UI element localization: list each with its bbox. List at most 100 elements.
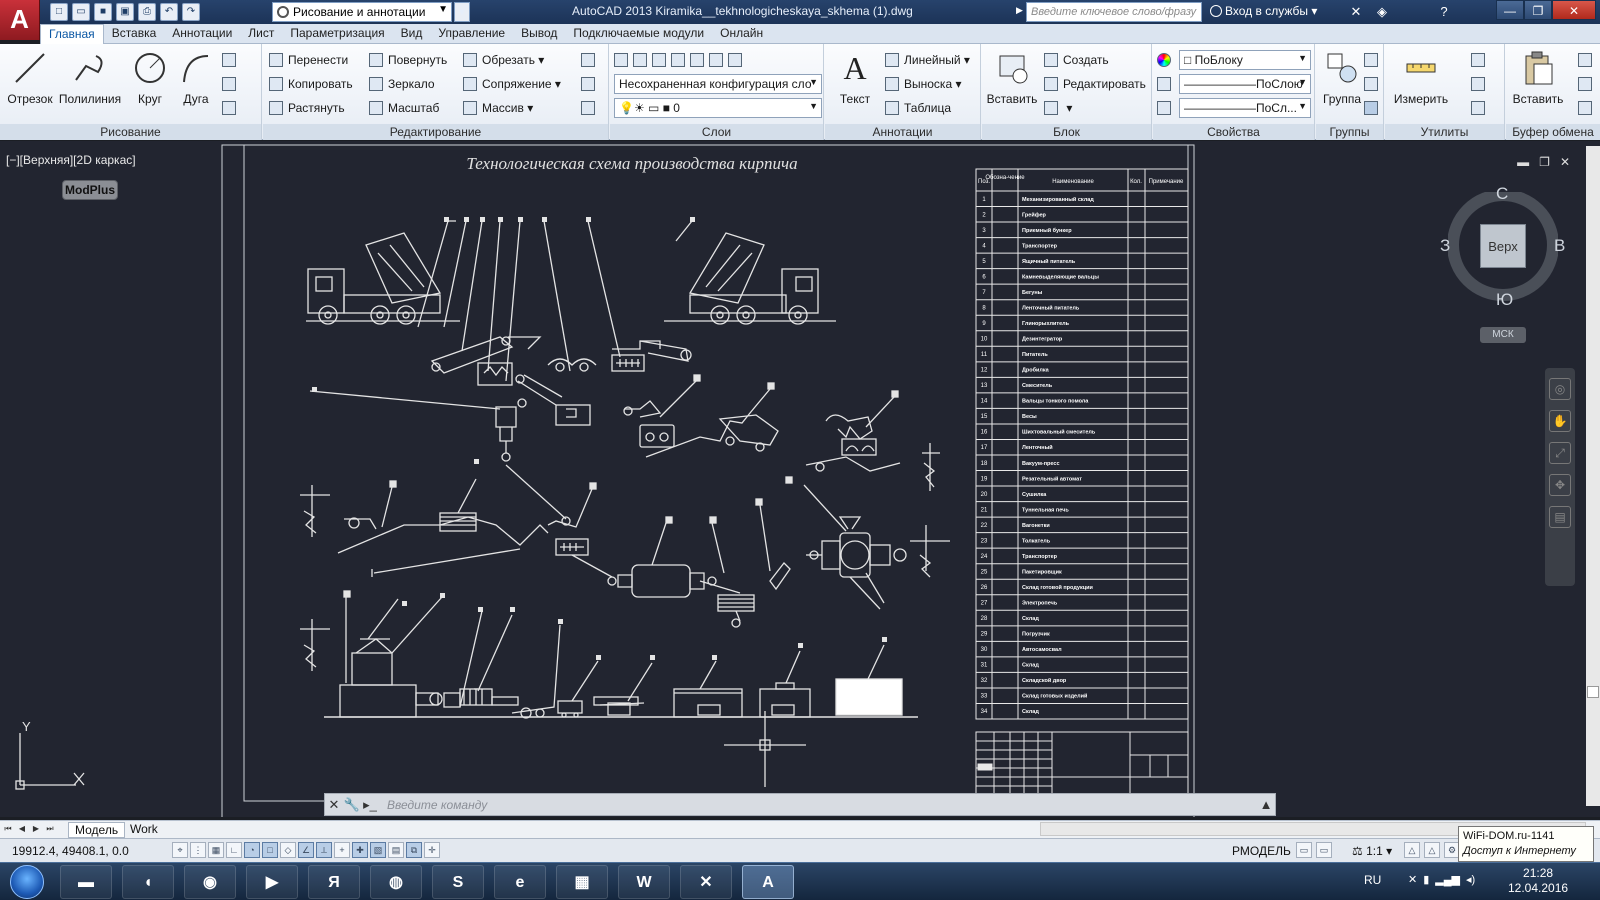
viewcube-face-top[interactable]: Верх xyxy=(1480,224,1526,268)
ducs-icon[interactable]: ⟂ xyxy=(316,842,332,858)
workspace-dropdown[interactable]: Рисование и аннотации ▼ xyxy=(272,2,452,22)
quick-select-tool[interactable] xyxy=(1471,50,1490,70)
panel-title-block[interactable]: Блок xyxy=(982,124,1151,140)
viewport-restore-icon[interactable]: ❐ xyxy=(1539,155,1550,169)
media-icon[interactable]: ▶ xyxy=(246,865,298,899)
layer-dropdown[interactable]: 💡☀ ▭ ■ 0 ▼ xyxy=(614,98,822,118)
network-warning-icon[interactable]: ✕ xyxy=(1408,873,1417,886)
panel-title-groups[interactable]: Группы xyxy=(1316,124,1383,140)
next-layout-icon[interactable]: ▶ xyxy=(30,823,42,835)
viewport-close-icon[interactable]: ✕ xyxy=(1560,155,1570,169)
lwt-icon[interactable]: ✚ xyxy=(352,842,368,858)
match-properties-tool[interactable] xyxy=(1157,50,1176,70)
search-input[interactable]: Введите ключевое слово/фразу xyxy=(1026,2,1202,22)
tab-output[interactable]: Вывод xyxy=(513,24,565,44)
language-indicator[interactable]: RU xyxy=(1364,873,1381,887)
panel-title-clipboard[interactable]: Буфер обмена xyxy=(1506,124,1600,140)
customize-qat-button[interactable]: ▼ xyxy=(454,2,470,22)
device-icon[interactable]: ▮ xyxy=(1423,873,1429,886)
plot-icon[interactable]: ⎙ xyxy=(138,3,156,21)
grid-icon[interactable]: ▦ xyxy=(208,842,224,858)
ungroup-tool[interactable] xyxy=(1364,50,1383,70)
osnap-icon[interactable]: □ xyxy=(262,842,278,858)
tab-annotate[interactable]: Аннотации xyxy=(164,24,240,44)
3d-osnap-icon[interactable]: ◇ xyxy=(280,842,296,858)
viewport-minimize-icon[interactable]: ▬ xyxy=(1517,155,1529,169)
offset-tool[interactable] xyxy=(581,98,600,118)
viewcube-south[interactable]: Ю xyxy=(1496,290,1513,310)
polyline-button[interactable]: Полилиния xyxy=(58,48,122,106)
layer-config-dropdown[interactable]: Несохраненная конфигурация сло ▼ xyxy=(614,74,822,94)
pan-icon[interactable]: ✋ xyxy=(1549,410,1571,432)
snap-mode-icon[interactable]: ⋮ xyxy=(190,842,206,858)
maximize-button[interactable]: ❐ xyxy=(1524,0,1552,20)
redo-icon[interactable]: ↷ xyxy=(182,3,200,21)
polar-icon[interactable]: ◔ xyxy=(244,842,260,858)
ucs-menu-button[interactable]: МСК xyxy=(1480,327,1526,343)
edit-block-button[interactable]: Редактировать xyxy=(1044,74,1146,94)
prev-layout-icon[interactable]: ◀ xyxy=(16,823,28,835)
paste-button[interactable]: Вставить xyxy=(1506,48,1570,106)
error-app-icon[interactable]: ✕ xyxy=(680,865,732,899)
signal-icon[interactable]: ▂▄▆ xyxy=(1435,873,1460,886)
volume-icon[interactable]: ◂) xyxy=(1466,873,1475,886)
application-menu-button[interactable]: A xyxy=(0,0,40,40)
start-button[interactable] xyxy=(10,865,44,899)
scale-button[interactable]: Масштаб xyxy=(369,98,439,118)
layer-match-icon[interactable] xyxy=(690,53,704,67)
stay-connected-icon[interactable]: ◈ xyxy=(1372,2,1392,22)
panel-title-modify[interactable]: Редактирование xyxy=(263,124,608,140)
attribute-tool[interactable]: ▾ xyxy=(1044,98,1072,118)
lineweight-tool[interactable] xyxy=(1157,98,1176,118)
trim-button[interactable]: Обрезать ▾ xyxy=(463,50,544,70)
select-all-tool[interactable] xyxy=(1471,74,1490,94)
viewcube-north[interactable]: С xyxy=(1496,184,1508,204)
array-button[interactable]: Массив ▾ xyxy=(463,98,533,118)
tab-work[interactable]: Work xyxy=(124,822,164,838)
erase-tool[interactable] xyxy=(581,50,600,70)
undo-icon[interactable]: ↶ xyxy=(160,3,178,21)
firefox-icon[interactable]: ◍ xyxy=(370,865,422,899)
new-file-icon[interactable]: □ xyxy=(50,3,68,21)
move-button[interactable]: Перенести xyxy=(269,50,348,70)
color-dropdown[interactable]: □ ПоБлоку ▼ xyxy=(1179,50,1311,70)
quick-view-drawings-icon[interactable]: ▭ xyxy=(1316,842,1332,858)
qp-icon[interactable]: ▤ xyxy=(388,842,404,858)
modplus-button[interactable]: ModPlus xyxy=(62,180,118,200)
signin-button[interactable]: Вход в службы ▾ xyxy=(1210,4,1317,18)
lineweight-dropdown[interactable]: ——————ПоСл... ▼ xyxy=(1179,98,1311,118)
tab-insert[interactable]: Вставка xyxy=(104,24,165,44)
linear-dimension-button[interactable]: Линейный ▾ xyxy=(885,50,970,70)
measure-button[interactable]: Измерить xyxy=(1389,48,1453,106)
leader-button[interactable]: Выноска ▾ xyxy=(885,74,961,94)
exchange-icon[interactable]: ✕ xyxy=(1346,2,1366,22)
panel-title-annotation[interactable]: Аннотации xyxy=(825,124,980,140)
drawing-canvas[interactable]: Технологическая схема производства кирпи… xyxy=(0,141,1600,817)
autoscale-icon[interactable]: △ xyxy=(1424,842,1440,858)
tpy-icon[interactable]: ▧ xyxy=(370,842,386,858)
stretch-button[interactable]: Растянуть xyxy=(269,98,345,118)
rotate-button[interactable]: Повернуть xyxy=(369,50,447,70)
clock[interactable]: 21:28 12.04.2016 xyxy=(1508,866,1568,896)
skype-icon[interactable]: S xyxy=(432,865,484,899)
tab-online[interactable]: Онлайн xyxy=(712,24,771,44)
panel-title-properties[interactable]: Свойства xyxy=(1153,124,1314,140)
text-button[interactable]: A Текст xyxy=(829,48,881,107)
tab-manage[interactable]: Управление xyxy=(430,24,513,44)
region-tool[interactable] xyxy=(222,98,241,118)
media-player-icon[interactable]: ◖ xyxy=(122,865,174,899)
vertical-scroll-thumb[interactable] xyxy=(1587,686,1599,698)
close-icon[interactable]: ✕ xyxy=(325,796,343,814)
cut-tool[interactable] xyxy=(1578,50,1597,70)
annotation-scale[interactable]: ⚖ 1:1 ▾ xyxy=(1352,844,1392,858)
group-button[interactable]: Группа xyxy=(1316,48,1368,106)
save-as-icon[interactable]: ▣ xyxy=(116,3,134,21)
copy-button[interactable]: Копировать xyxy=(269,74,353,94)
command-input[interactable]: Введите команду xyxy=(387,798,487,812)
fillet-button[interactable]: Сопряжение ▾ xyxy=(463,74,561,94)
tab-parametric[interactable]: Параметризация xyxy=(282,24,392,44)
tab-model[interactable]: Модель xyxy=(68,822,126,838)
layer-isolate-icon[interactable] xyxy=(652,53,666,67)
calculator-tool[interactable] xyxy=(1471,98,1490,118)
rectangle-tool[interactable] xyxy=(222,50,241,70)
